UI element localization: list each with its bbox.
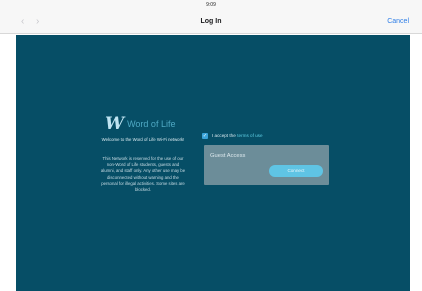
brand-name: Word of Life xyxy=(127,119,176,129)
login-heading: Guest Access xyxy=(210,153,246,159)
status-bar: 9:09 xyxy=(0,0,422,10)
cancel-button[interactable]: Cancel xyxy=(387,17,409,27)
logo-w-icon: W xyxy=(105,114,125,134)
navigation-bar: ‹ › Log In Cancel xyxy=(0,10,422,34)
status-time: 9:09 xyxy=(206,2,216,8)
terms-checkbox[interactable]: ✓ xyxy=(202,133,208,139)
terms-link[interactable]: terms of use xyxy=(237,132,262,140)
brand-logo: W Word of Life xyxy=(105,115,175,133)
page-title: Log In xyxy=(200,18,222,25)
login-panel: Guest Access Connect xyxy=(204,145,329,185)
terms-row: ✓ I accept the terms of use xyxy=(202,132,263,140)
usage-notice: This Network is reserved for the use of … xyxy=(100,156,186,193)
welcome-message: Welcome to the Word of Life Wi-Fi networ… xyxy=(101,137,185,142)
captive-portal-page: W Word of Life Welcome to the Word of Li… xyxy=(16,35,410,291)
terms-label: I accept the xyxy=(212,133,236,138)
connect-button[interactable]: Connect xyxy=(269,165,323,177)
